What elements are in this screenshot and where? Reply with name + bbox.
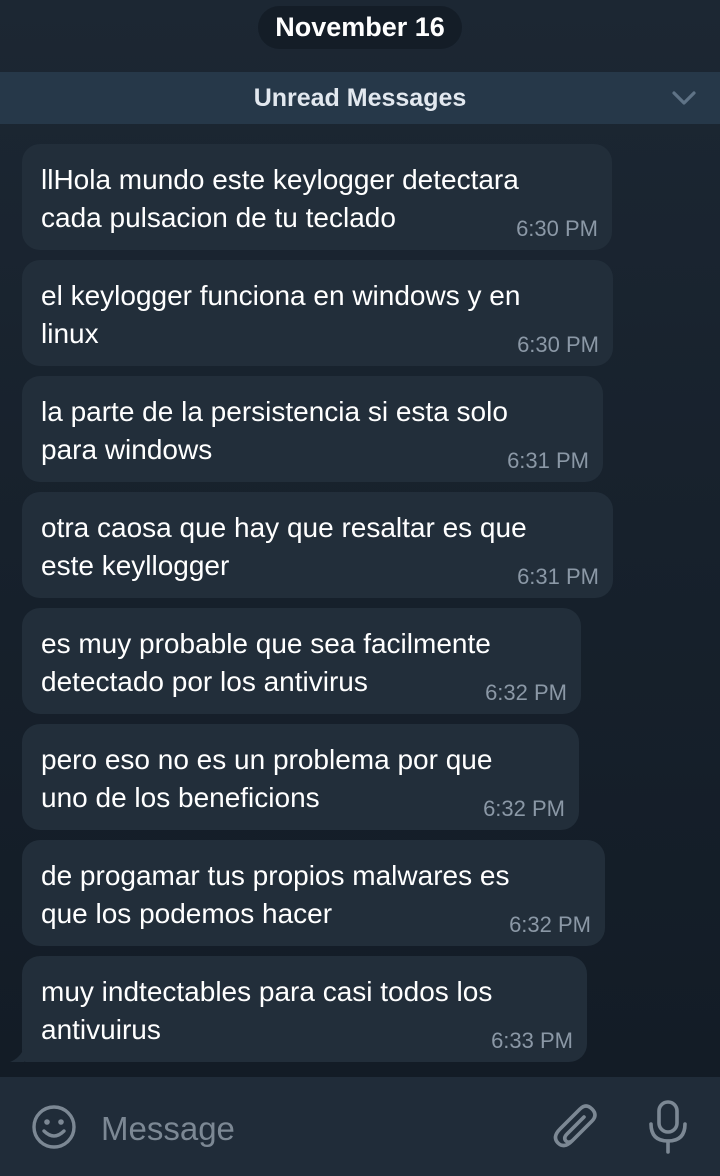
message-text: muy indtectables para casi todos los ant… <box>41 976 493 1045</box>
message-time: 6:32 PM <box>483 796 565 821</box>
message-bubble[interactable]: el keylogger funciona en windows y en li… <box>22 260 613 366</box>
message-time: 6:30 PM <box>517 332 599 357</box>
message-bubble[interactable]: pero eso no es un problema por que uno d… <box>22 724 579 830</box>
message-bubble[interactable]: de progamar tus propios malwares es que … <box>22 840 605 946</box>
message-text: pero eso no es un problema por que uno d… <box>41 744 493 813</box>
unread-messages-label: Unread Messages <box>253 83 467 112</box>
emoji-icon[interactable] <box>30 1103 78 1151</box>
message-text: otra caosa que hay que resaltar es que e… <box>41 512 527 581</box>
message-time: 6:32 PM <box>509 912 591 937</box>
message-time: 6:33 PM <box>491 1028 573 1053</box>
message-text: de progamar tus propios malwares es que … <box>41 860 510 929</box>
chat-screen: November 16 Unread Messages llHola mundo… <box>0 0 720 1176</box>
date-separator: November 16 <box>0 6 720 49</box>
message-text: la parte de la persistencia si esta solo… <box>41 396 508 465</box>
message-bubble[interactable]: otra caosa que hay que resaltar es que e… <box>22 492 613 598</box>
date-label: November 16 <box>258 6 462 49</box>
message-bubble[interactable]: es muy probable que sea facilmente detec… <box>22 608 581 714</box>
message-input[interactable]: Message <box>101 1110 235 1148</box>
message-list: llHola mundo este keylogger detectara ca… <box>10 144 702 1072</box>
message-time: 6:32 PM <box>485 680 567 705</box>
bubble-tail <box>10 1048 24 1062</box>
unread-messages-bar[interactable]: Unread Messages <box>0 72 720 124</box>
microphone-icon[interactable] <box>646 1099 690 1155</box>
message-bubble[interactable]: muy indtectables para casi todos los ant… <box>10 956 587 1062</box>
message-bubble[interactable]: la parte de la persistencia si esta solo… <box>22 376 603 482</box>
message-time: 6:30 PM <box>516 216 598 241</box>
message-time: 6:31 PM <box>517 564 599 589</box>
message-text: es muy probable que sea facilmente detec… <box>41 628 491 697</box>
message-bubble[interactable]: llHola mundo este keylogger detectara ca… <box>22 144 612 250</box>
chevron-down-icon[interactable] <box>670 86 698 110</box>
message-text: llHola mundo este keylogger detectara ca… <box>41 164 519 233</box>
paperclip-icon[interactable] <box>552 1101 600 1153</box>
message-text: el keylogger funciona en windows y en li… <box>41 280 521 349</box>
message-composer: Message <box>0 1077 720 1176</box>
message-time: 6:31 PM <box>507 448 589 473</box>
